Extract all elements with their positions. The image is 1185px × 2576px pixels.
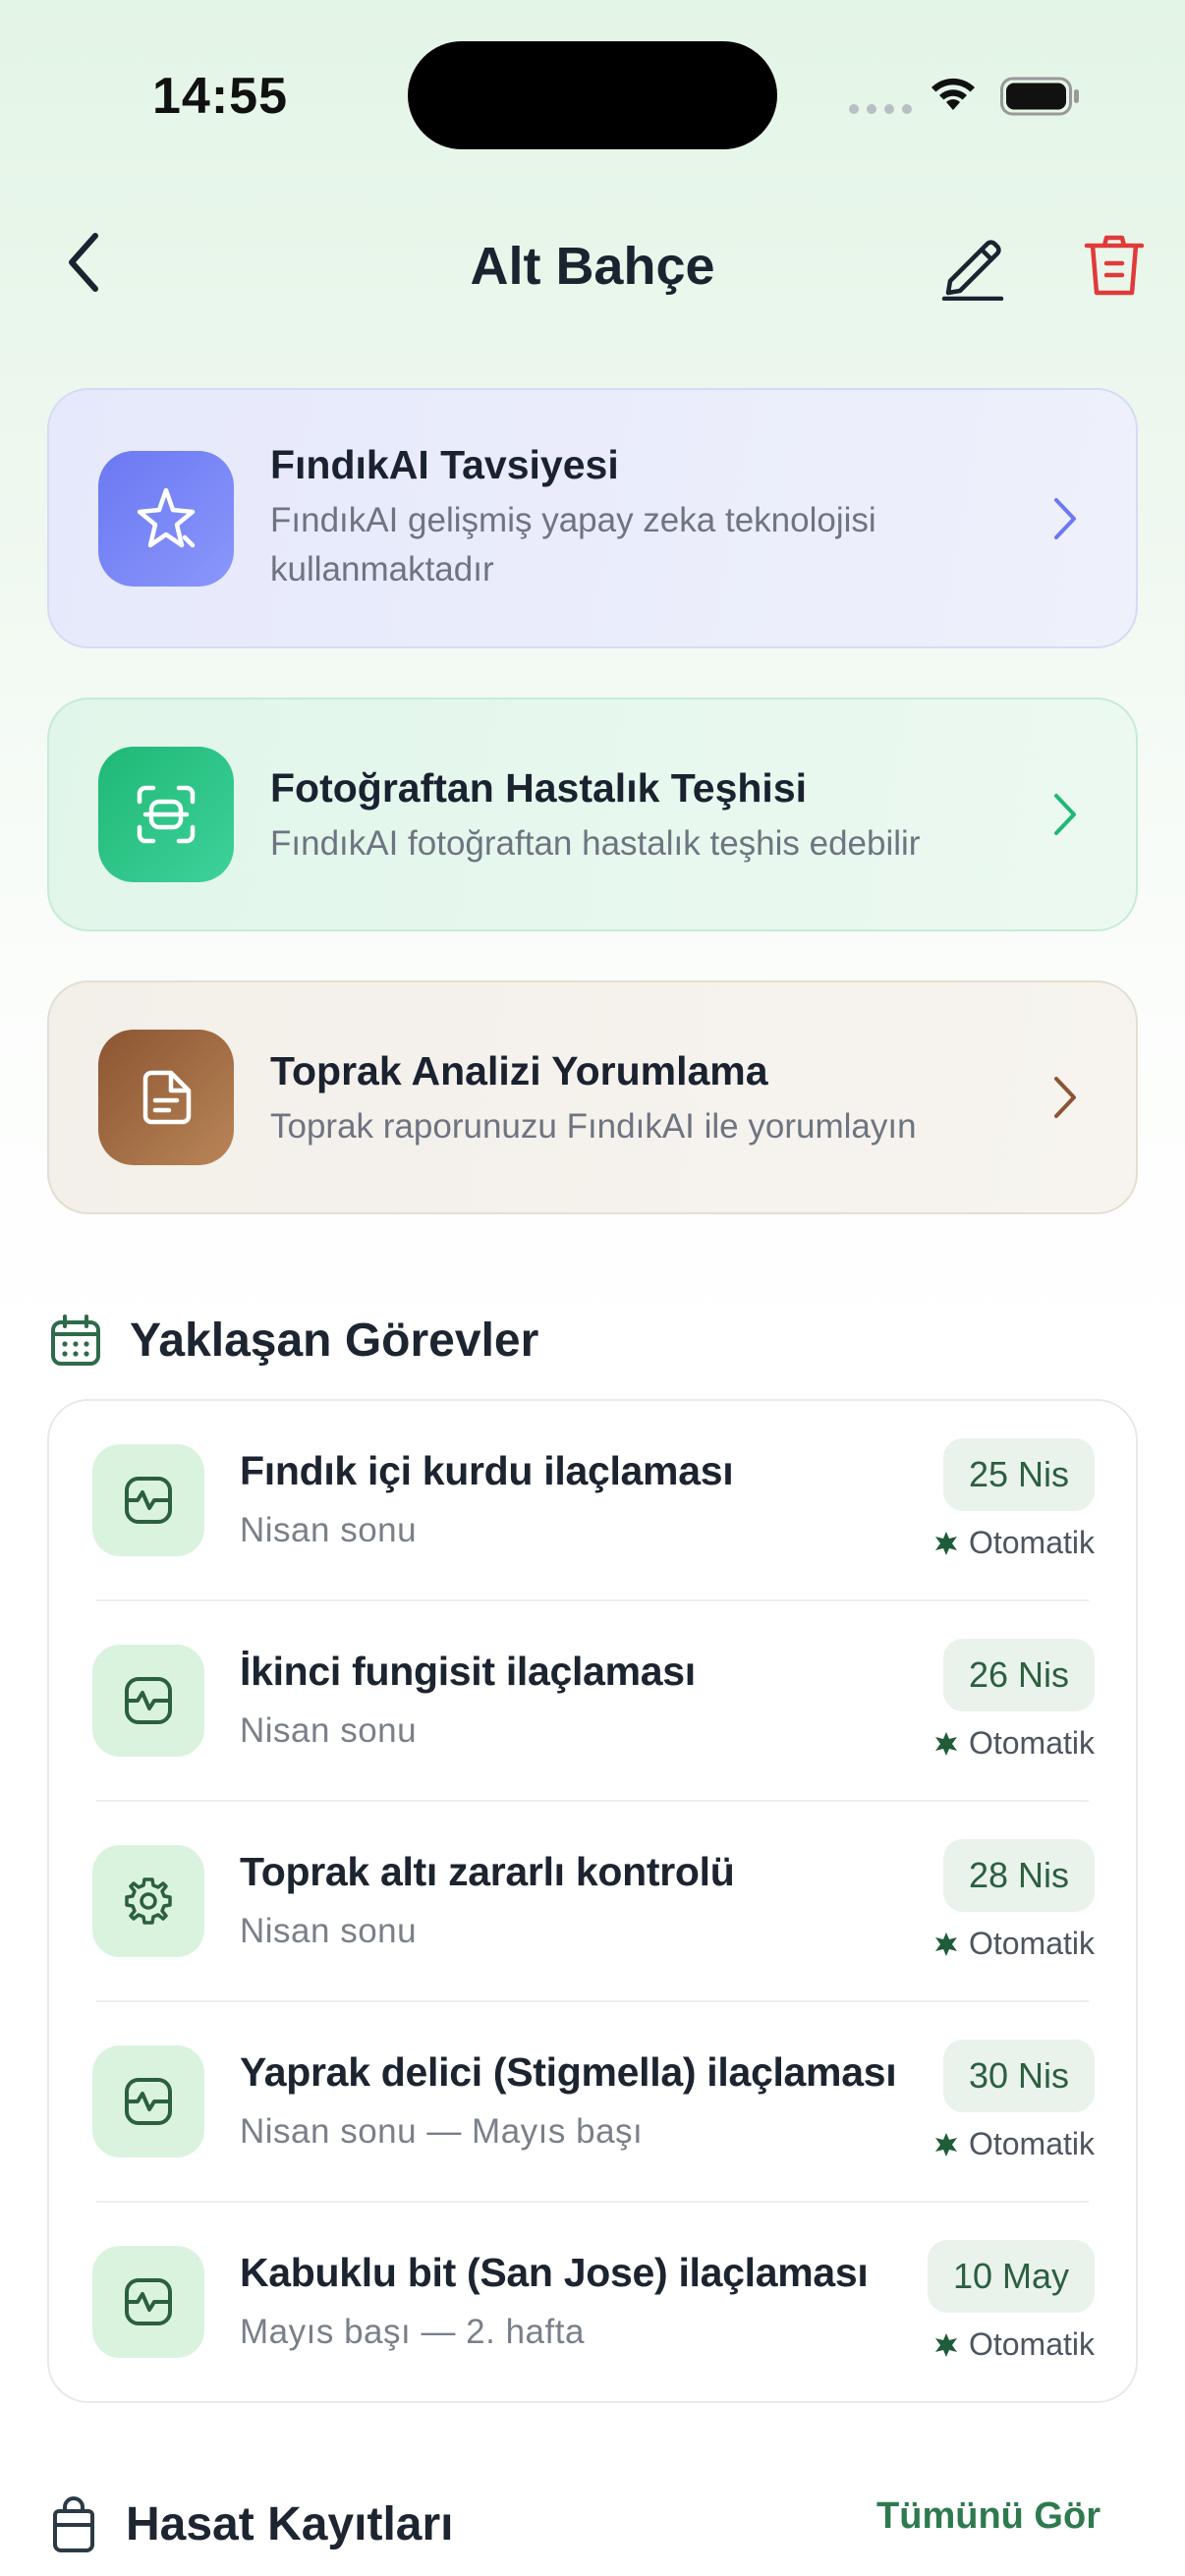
task-auto-tag: Otomatik: [933, 1725, 1095, 1762]
task-date-badge: 10 May: [927, 2240, 1095, 2313]
task-auto-tag: Otomatik: [933, 2326, 1095, 2363]
task-date-badge: 28 Nis: [942, 1839, 1095, 1912]
leaf-icon: [934, 2132, 957, 2156]
task-period: Nisan sonu: [240, 1711, 418, 1750]
task-auto-tag: Otomatik: [933, 2126, 1095, 2162]
leaf-icon: [934, 2332, 957, 2357]
soil-analysis-card[interactable]: Toprak Analizi Yorumlama Toprak raporunu…: [47, 980, 1138, 1214]
section-title: Hasat Kayıtları: [126, 2497, 454, 2550]
photo-diagnosis-icon-tile: [98, 747, 234, 882]
leaf-icon: [934, 1531, 957, 1555]
edit-button[interactable]: [938, 230, 1009, 302]
task-icon-tile: [92, 1444, 204, 1556]
task-date-badge: 26 Nis: [942, 1639, 1095, 1711]
task-title: Kabuklu bit (San Jose) ilaçlaması: [240, 2250, 869, 2295]
task-period: Mayıs başı — 2. hafta: [240, 2313, 585, 2351]
wifi-icon: [931, 78, 975, 110]
battery-icon: [1000, 77, 1079, 116]
delete-button[interactable]: [1079, 230, 1150, 301]
gear-icon: [125, 1877, 172, 1925]
task-auto-label: Otomatik: [968, 1926, 1095, 1961]
card-subtitle: FındıkAI gelişmiş yapay zeka teknolojisi…: [270, 501, 876, 588]
task-title: Yaprak delici (Stigmella) ilaçlaması: [240, 2049, 897, 2095]
card-title: FındıkAI Tavsiyesi: [270, 442, 619, 487]
sparkle-icon: [137, 487, 196, 548]
task-icon-tile: [92, 1645, 204, 1757]
task-icon-tile: [92, 2246, 204, 2358]
leaf-icon: [934, 1731, 957, 1756]
dynamic-island: [408, 41, 777, 149]
tasks-section-header: Yaklaşan Görevler: [49, 1313, 538, 1368]
task-icon-tile: [92, 2045, 204, 2157]
task-date-badge: 30 Nis: [942, 2040, 1095, 2112]
chevron-right-icon: [1054, 794, 1076, 835]
ai-advice-icon-tile: [98, 451, 234, 587]
scan-icon: [137, 785, 196, 844]
soil-analysis-icon-tile: [98, 1030, 234, 1165]
task-row[interactable]: Fındık içi kurdu ilaçlaması Nisan sonu 2…: [49, 1401, 1136, 1601]
card-title: Fotoğraftan Hastalık Teşhisi: [270, 765, 808, 811]
card-subtitle: Toprak raporunuzu FındıkAI ile yorumlayı…: [270, 1107, 917, 1146]
task-icon-tile: [92, 1845, 204, 1957]
pencil-icon: [941, 240, 1004, 302]
task-row[interactable]: İkinci fungisit ilaçlaması Nisan sonu 26…: [49, 1601, 1136, 1802]
calendar-icon: [51, 1315, 100, 1366]
task-auto-tag: Otomatik: [933, 1926, 1095, 1962]
task-date-badge: 25 Nis: [942, 1438, 1095, 1511]
task-period: Nisan sonu: [240, 1511, 418, 1549]
see-all-link[interactable]: Tümünü Gör: [876, 2495, 1100, 2538]
task-period: Nisan sonu: [240, 1912, 418, 1950]
task-row[interactable]: Kabuklu bit (San Jose) ilaçlaması Mayıs …: [49, 2203, 1136, 2403]
chevron-right-icon: [1054, 497, 1076, 539]
chevron-right-icon: [1054, 1077, 1076, 1118]
photo-diagnosis-card[interactable]: Fotoğraftan Hastalık Teşhisi FındıkAI fo…: [47, 698, 1138, 931]
trash-icon: [1084, 235, 1145, 296]
task-title: İkinci fungisit ilaçlaması: [240, 1649, 696, 1694]
signal-icon: [849, 104, 912, 114]
activity-icon: [125, 1477, 172, 1524]
shopping-bag-icon: [53, 2496, 94, 2552]
task-auto-label: Otomatik: [968, 1725, 1095, 1761]
task-row[interactable]: Yaprak delici (Stigmella) ilaçlaması Nis…: [49, 2002, 1136, 2203]
task-row[interactable]: Toprak altı zararlı kontrolü Nisan sonu …: [49, 1802, 1136, 2002]
card-title: Toprak Analizi Yorumlama: [270, 1048, 768, 1093]
card-subtitle: FındıkAI fotoğraftan hastalık teşhis ede…: [270, 824, 921, 863]
activity-icon: [125, 2278, 172, 2325]
task-title: Toprak altı zararlı kontrolü: [240, 1849, 735, 1894]
task-auto-label: Otomatik: [968, 2126, 1095, 2161]
task-auto-label: Otomatik: [968, 1525, 1095, 1560]
tasks-list: Fındık içi kurdu ilaçlaması Nisan sonu 2…: [47, 1399, 1138, 2403]
activity-icon: [125, 2078, 172, 2125]
section-title: Yaklaşan Görevler: [130, 1314, 539, 1367]
task-period: Nisan sonu — Mayıs başı: [240, 2112, 644, 2151]
activity-icon: [125, 1677, 172, 1724]
task-auto-label: Otomatik: [968, 2326, 1095, 2362]
task-auto-tag: Otomatik: [933, 1525, 1095, 1561]
document-icon: [142, 1070, 192, 1125]
status-time: 14:55: [152, 68, 288, 125]
ai-advice-card[interactable]: FındıkAI Tavsiyesi FındıkAI gelişmiş yap…: [47, 388, 1138, 648]
harvest-section-header: Hasat Kayıtları: [49, 2495, 454, 2552]
task-title: Fındık içi kurdu ilaçlaması: [240, 1448, 734, 1493]
leaf-icon: [934, 1932, 957, 1956]
